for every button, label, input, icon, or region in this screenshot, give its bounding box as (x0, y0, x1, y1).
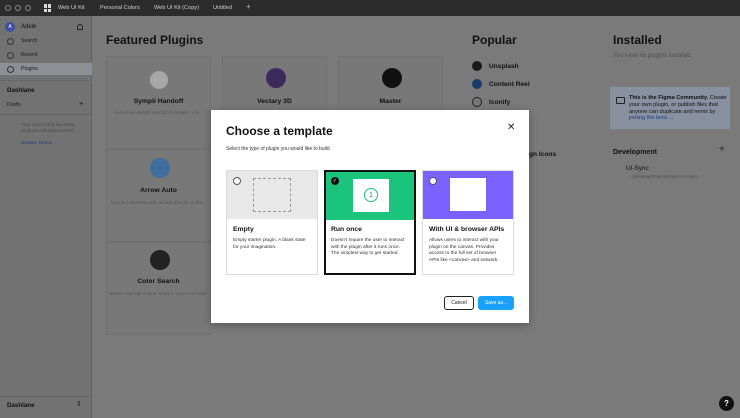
tab-web-ui-kit[interactable]: Web UI Kit (50, 0, 93, 16)
sidebar-item-recent[interactable]: Recent (0, 49, 92, 61)
teams-info-text: Your teams and favorited projects will a… (21, 123, 75, 134)
popular-item-iconify[interactable]: Iconify (472, 97, 510, 107)
choose-template-dialog: Choose a template ✕ Select the type of p… (211, 110, 529, 323)
sidebar-item-label: Search (21, 38, 38, 44)
iconify-logo-icon (472, 97, 482, 107)
card-title: Arrow Auto (140, 187, 177, 194)
plugin-card-sympli[interactable]: Sympli Handoff Submerge design handoff o… (106, 56, 211, 149)
help-button[interactable]: ? (719, 396, 734, 411)
plugin-icon (7, 65, 14, 73)
bottom-team-name[interactable]: Dashlane (7, 402, 35, 409)
card-title: Sympli Handoff (133, 98, 184, 105)
popular-item-unsplash[interactable]: Unsplash (472, 61, 519, 71)
tab-web-ui-kit-copy[interactable]: Web UI Kit (Copy) (146, 0, 207, 16)
drafts-label: Drafts (7, 102, 21, 108)
popular-item-label: Iconify (489, 98, 511, 106)
template-name: Run once (331, 226, 362, 233)
title-bar: Web UI Kit Personal Colors Web UI Kit (C… (0, 0, 740, 16)
template-with-ui[interactable]: With UI & browser APIs Allows users to i… (422, 170, 514, 275)
template-desc: Allows users to interact with your plugi… (429, 238, 499, 263)
plugin-card-arrow-auto[interactable]: Arrow Auto Connect elements with arrows … (106, 149, 211, 242)
dev-plugin-path: ...ddesktop/Projects/Figma UI-Sync (629, 174, 698, 179)
template-desc: Empty starter plugin. A blank state for … (233, 238, 306, 250)
chat-icon (616, 97, 625, 104)
bell-icon[interactable] (77, 24, 83, 30)
popular-item-content-reel[interactable]: Content Reel (472, 79, 530, 89)
installed-heading: Installed (613, 33, 662, 47)
user-menu[interactable]: A Adele (5, 22, 36, 32)
avatar: A (5, 22, 15, 32)
ui-frame (450, 178, 486, 211)
run-once-frame: 1 (353, 179, 389, 212)
community-banner: This is the Figma Community. Create your… (610, 87, 730, 129)
no-plugins-text: You have no plugins installed (613, 53, 691, 59)
app-area: A Adele Search Recent Plugins Dashlane D… (0, 16, 740, 418)
close-icon[interactable]: ✕ (507, 122, 515, 133)
sidebar-item-search[interactable]: Search (0, 35, 92, 47)
search-icon (7, 37, 14, 45)
card-desc: Connect elements with arrows directly on… (110, 200, 207, 205)
card-title: Master (379, 98, 402, 105)
content-reel-logo-icon (472, 79, 482, 89)
development-heading: Development (613, 149, 657, 156)
arrow-auto-logo-icon (150, 158, 170, 178)
divider (0, 80, 92, 81)
unsplash-logo-icon (472, 61, 482, 71)
add-dev-plugin-button[interactable]: + (719, 144, 725, 155)
featured-heading: Featured Plugins (106, 33, 204, 47)
run-once-icon: 1 (364, 188, 378, 202)
card-desc: Submerge design handoff of designs, you.… (114, 110, 203, 115)
sidebar-item-label: Recent (21, 52, 38, 58)
card-title: Color Search (137, 278, 180, 285)
template-desc: Doesn't require the user to interact wit… (331, 238, 405, 257)
template-radio[interactable] (233, 177, 241, 185)
template-empty[interactable]: Empty Empty starter plugin. A blank stat… (226, 170, 318, 275)
community-text: This is the Figma Community. Create your… (629, 95, 729, 122)
divider (0, 396, 92, 397)
dialog-title: Choose a template (226, 124, 333, 138)
user-name: Adele (21, 24, 37, 30)
dialog-subtitle: Select the type of plugin you would like… (226, 146, 330, 152)
save-as-button[interactable]: Save as... (478, 296, 514, 310)
template-name: With UI & browser APIs (429, 226, 505, 233)
tab-personal-colors[interactable]: Personal Colors (92, 0, 148, 16)
popular-item-label: Content Reel (489, 80, 530, 88)
sidebar: A Adele Search Recent Plugins Dashlane D… (0, 16, 92, 418)
sidebar-item-plugins[interactable]: Plugins (0, 63, 92, 75)
popular-item-partial[interactable]: gn Icons (529, 151, 556, 158)
vectary-logo-icon (266, 68, 286, 88)
card-title: Vectary 3D (257, 98, 292, 105)
color-search-logo-icon (150, 250, 170, 270)
browse-teams-link[interactable]: Browse Teams (21, 141, 52, 146)
template-radio[interactable] (429, 177, 437, 185)
dev-plugin-ui-sync[interactable]: UI-Sync (626, 165, 649, 172)
team-switcher-icon[interactable]: ⇕ (76, 400, 82, 408)
close-window-button[interactable] (5, 5, 11, 11)
join-beta-link[interactable]: joining the beta → (629, 115, 674, 121)
sidebar-item-label: Plugins (21, 66, 39, 72)
sympli-logo-icon (150, 71, 168, 89)
master-logo-icon (382, 68, 402, 88)
card-desc: Search and edit unique colors in your lo… (109, 291, 208, 296)
sidebar-item-drafts[interactable]: Drafts (7, 102, 21, 108)
cancel-button[interactable]: Cancel (444, 296, 474, 310)
add-draft-button[interactable]: + (79, 99, 84, 108)
new-tab-button[interactable]: + (246, 2, 251, 11)
template-name: Empty (233, 226, 254, 233)
plugin-card-color-search[interactable]: Color Search Search and edit unique colo… (106, 242, 211, 335)
tab-untitled[interactable]: Untitled (205, 0, 240, 16)
community-bold: This is the Figma Community. (629, 95, 709, 101)
minimize-window-button[interactable] (15, 5, 21, 11)
template-radio[interactable]: ✓ (331, 177, 339, 185)
team-name[interactable]: Dashlane (7, 87, 35, 94)
divider (0, 114, 92, 115)
empty-frame-icon (253, 178, 291, 212)
clock-icon (7, 51, 14, 59)
template-run-once[interactable]: 1 ✓ Run once Doesn't require the user to… (324, 170, 416, 275)
maximize-window-button[interactable] (25, 5, 31, 11)
window-controls (5, 5, 31, 11)
popular-item-label: Unsplash (489, 62, 519, 70)
popular-heading: Popular (472, 33, 517, 47)
template-preview: 1 (326, 172, 414, 220)
